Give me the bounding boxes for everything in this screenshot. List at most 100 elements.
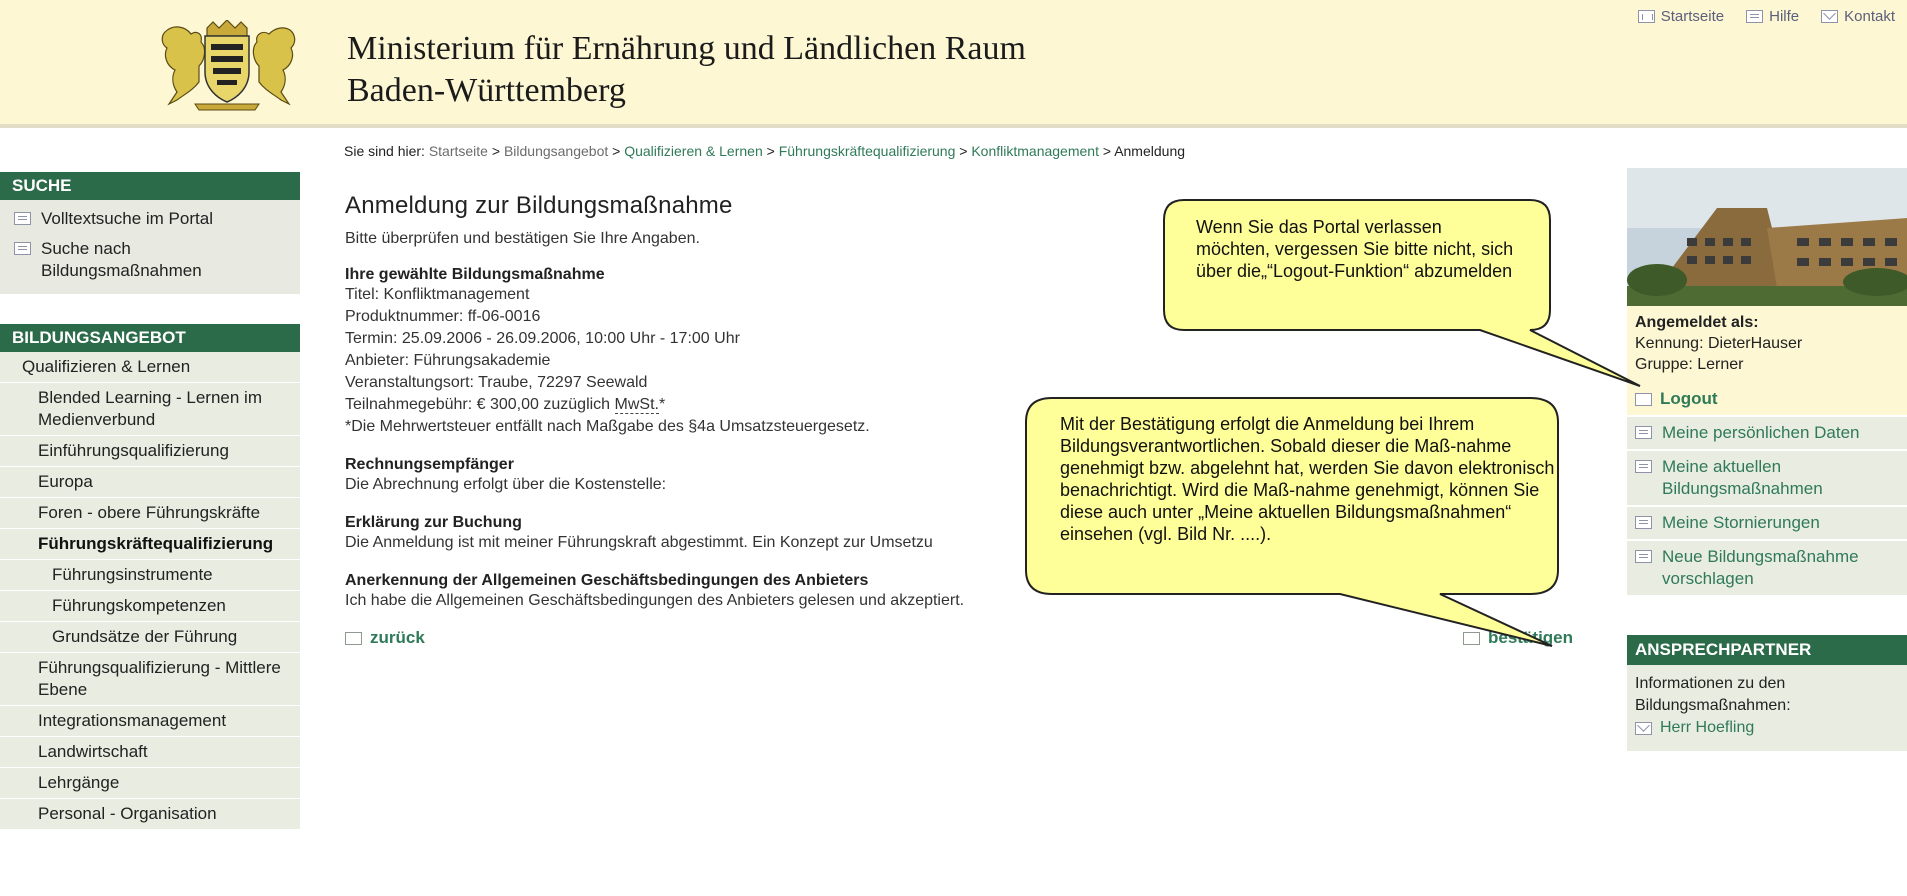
breadcrumb-separator: >	[766, 143, 775, 159]
offer-list: Qualifizieren & Lernen Blended Learning …	[0, 352, 300, 830]
breadcrumb-prefix: Sie sind hier:	[344, 143, 425, 159]
building-photo	[1627, 168, 1907, 306]
mwst-abbreviation[interactable]: MwSt.	[614, 396, 659, 414]
link-cancellations[interactable]: Meine Stornierungen	[1627, 507, 1907, 541]
fee-text: Teilnahmegebühr: € 300,00 zuzüglich	[345, 396, 615, 413]
sidebar-item-blended-learning[interactable]: Blended Learning - Lernen im Medienverbu…	[0, 383, 300, 436]
sidebar-item-measure-search[interactable]: Suche nach Bildungsmaßnahmen	[0, 234, 300, 286]
left-sidebar: SUCHE Volltextsuche im Portal Suche nach…	[0, 172, 300, 830]
document-icon	[14, 242, 31, 255]
account-link-label: Meine Stornierungen	[1662, 513, 1820, 532]
breadcrumb-link-bildungsangebot[interactable]: Bildungsangebot	[504, 143, 608, 159]
user-id: Kennung: DieterHauser	[1635, 335, 1803, 352]
sidebar-item-fulltext-search[interactable]: Volltextsuche im Portal	[0, 204, 300, 234]
site-title: Ministerium für Ernährung und Ländlichen…	[347, 28, 1026, 112]
document-icon	[1746, 10, 1764, 23]
search-heading: SUCHE	[0, 172, 300, 200]
breadcrumb-separator: >	[491, 143, 501, 159]
login-info: Angemeldet als: Kennung: DieterHauser Gr…	[1627, 306, 1907, 383]
sidebar-item-label: Suche nach Bildungsmaßnahmen	[41, 239, 202, 280]
breadcrumb-link-konfliktmanagement[interactable]: Konfliktmanagement	[971, 143, 1099, 159]
page-header: Ministerium für Ernährung und Ländlichen…	[0, 0, 1907, 128]
sidebar-item-label: Volltextsuche im Portal	[41, 209, 213, 228]
top-links: Startseite Hilfe Kontakt	[1637, 8, 1895, 25]
terms-heading: Anerkennung der Allgemeinen Geschäftsbed…	[345, 572, 869, 589]
logged-in-heading: Angemeldet als:	[1635, 314, 1759, 331]
mail-icon	[1821, 10, 1839, 23]
top-link-label: Startseite	[1660, 8, 1725, 25]
user-group: Gruppe: Lerner	[1635, 356, 1744, 373]
arrow-left-icon	[345, 631, 362, 645]
sidebar-item-lehrgaenge[interactable]: Lehrgänge	[0, 768, 300, 799]
confirm-callout-text: Mit der Bestätigung erfolgt die Anmeldun…	[1060, 414, 1555, 544]
measure-provider: Anbieter: Führungsakademie	[345, 352, 551, 369]
account-link-label: Meine persönlichen Daten	[1662, 423, 1860, 442]
top-link-label: Hilfe	[1769, 8, 1800, 25]
breadcrumb-link-startseite[interactable]: Startseite	[429, 143, 488, 159]
account-link-label: Meine aktuellen Bildungsmaßnahmen	[1662, 457, 1823, 498]
breadcrumb-separator: >	[959, 143, 968, 159]
document-icon	[1635, 426, 1652, 439]
sidebar-item-qualifizieren[interactable]: Qualifizieren & Lernen	[0, 352, 300, 383]
account-links: Meine persönlichen Daten Meine aktuellen…	[1627, 417, 1907, 597]
contact-person: Herr Hoefling	[1660, 719, 1755, 736]
confirm-button[interactable]: bestätigen	[1463, 628, 1573, 648]
logout-button[interactable]: Logout	[1627, 383, 1907, 417]
search-section: Volltextsuche im Portal Suche nach Bildu…	[0, 200, 300, 294]
top-link-startseite[interactable]: Startseite	[1637, 8, 1725, 25]
measure-product-number: Produktnummer: ff-06-0016	[345, 308, 541, 325]
sidebar-item-fuehrungskraefte[interactable]: Führungskräftequalifizierung	[0, 529, 300, 560]
measure-location: Veranstaltungsort: Traube, 72297 Seewald	[345, 374, 648, 391]
contact-box: Informationen zu den Bildungsmaßnahmen: …	[1627, 665, 1907, 751]
mail-icon	[1635, 721, 1652, 735]
document-icon	[1635, 460, 1652, 473]
right-sidebar: Angemeldet als: Kennung: DieterHauser Gr…	[1627, 168, 1907, 751]
terms-text: Ich habe die Allgemeinen Geschäftsbeding…	[345, 592, 965, 609]
contact-person-link[interactable]: Herr Hoefling	[1635, 717, 1899, 739]
breadcrumb-link-fuehrungskraefte[interactable]: Führungskräftequalifizierung	[779, 143, 956, 159]
logout-label: Logout	[1660, 389, 1718, 408]
home-icon	[1637, 10, 1655, 23]
document-icon	[14, 212, 31, 225]
breadcrumb-link-qualifizieren[interactable]: Qualifizieren & Lernen	[624, 143, 763, 159]
sidebar-item-integration[interactable]: Integrationsmanagement	[0, 706, 300, 737]
sidebar-item-landwirtschaft[interactable]: Landwirtschaft	[0, 737, 300, 768]
arrow-right-icon	[1463, 631, 1480, 645]
top-link-kontakt[interactable]: Kontakt	[1821, 8, 1895, 25]
fee-asterisk: *	[658, 396, 666, 413]
top-link-label: Kontakt	[1844, 8, 1895, 25]
logout-icon	[1635, 392, 1652, 406]
logout-callout-text: Wenn Sie das Portal verlassen möchten, v…	[1196, 217, 1514, 281]
top-link-hilfe[interactable]: Hilfe	[1746, 8, 1799, 25]
sidebar-item-grundsaetze[interactable]: Grundsätze der Führung	[0, 622, 300, 653]
account-link-label: Neue Bildungsmaßnahme vorschlagen	[1662, 547, 1859, 588]
sidebar-item-foren[interactable]: Foren - obere Führungskräfte	[0, 498, 300, 529]
sidebar-item-europa[interactable]: Europa	[0, 467, 300, 498]
breadcrumb-current: Anmeldung	[1114, 143, 1186, 159]
link-suggest-measure[interactable]: Neue Bildungsmaßnahme vorschlagen	[1627, 541, 1907, 597]
breadcrumb: Sie sind hier: Startseite > Bildungsange…	[344, 143, 1185, 159]
site-title-line2: Baden-Württemberg	[347, 72, 626, 109]
offer-heading: BILDUNGSANGEBOT	[0, 324, 300, 352]
document-icon	[1635, 516, 1652, 529]
breadcrumb-separator: >	[1102, 143, 1112, 159]
contact-text: Informationen zu den Bildungsmaßnahmen:	[1635, 675, 1791, 714]
link-current-measures[interactable]: Meine aktuellen Bildungsmaßnahmen	[1627, 451, 1907, 507]
back-label: zurück	[370, 628, 425, 647]
sidebar-item-einfuehrung[interactable]: Einführungsqualifizierung	[0, 436, 300, 467]
form-navigation: zurück bestätigen	[345, 628, 1585, 652]
measure-title: Titel: Konfliktmanagement	[345, 286, 530, 303]
coat-of-arms-logo	[161, 20, 296, 111]
sidebar-item-kompetenzen[interactable]: Führungskompetenzen	[0, 591, 300, 622]
contact-heading: ANSPRECHPARTNER	[1627, 635, 1907, 665]
sidebar-item-personal[interactable]: Personal - Organisation	[0, 799, 300, 830]
confirm-label: bestätigen	[1488, 628, 1574, 647]
document-icon	[1635, 550, 1652, 563]
site-title-line1: Ministerium für Ernährung und Ländlichen…	[347, 30, 1026, 67]
sidebar-item-instrumente[interactable]: Führungsinstrumente	[0, 560, 300, 591]
back-button[interactable]: zurück	[345, 628, 425, 648]
sidebar-item-mittlere-ebene[interactable]: Führungsqualifizierung - Mittlere Ebene	[0, 653, 300, 706]
measure-date: Termin: 25.09.2006 - 26.09.2006, 10:00 U…	[345, 330, 740, 347]
link-personal-data[interactable]: Meine persönlichen Daten	[1627, 417, 1907, 451]
